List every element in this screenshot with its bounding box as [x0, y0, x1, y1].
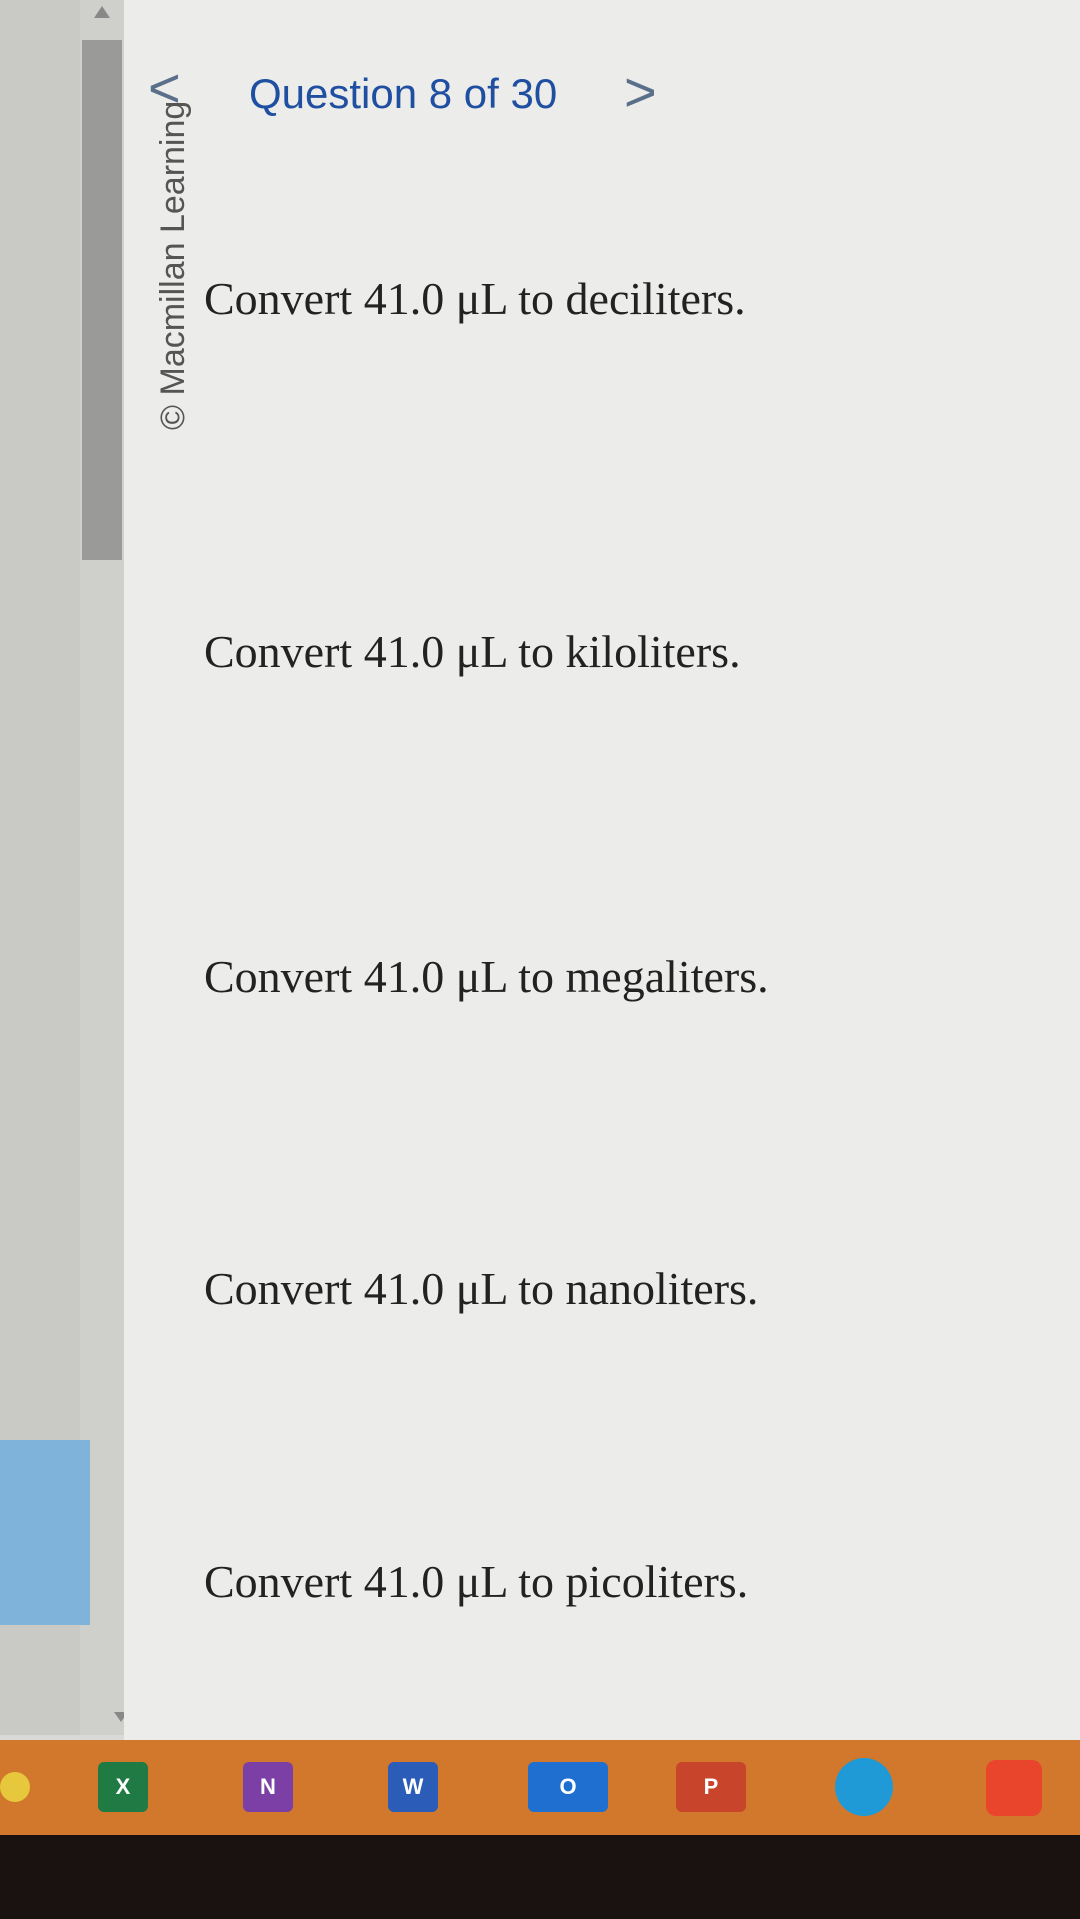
question-panel: < Question 8 of 30 > © Macmillan Learnin… [124, 0, 1080, 1740]
question-prompt-5: Convert 41.0 μL to picoliters. [204, 1556, 749, 1607]
next-question-button[interactable]: > [624, 64, 657, 120]
scroll-up-arrow-icon[interactable] [94, 6, 110, 18]
question-counter: Question 8 of 30 [249, 70, 558, 117]
chrome-icon[interactable] [0, 1772, 30, 1802]
outlook-icon[interactable]: O [528, 1762, 608, 1812]
monitor-bezel [0, 1835, 1080, 1919]
question-prompt-4: Convert 41.0 μL to nanoliters. [204, 1263, 759, 1314]
powerpoint-icon[interactable]: P [676, 1762, 746, 1812]
copyright-label: © Macmillan Learning [154, 100, 192, 430]
brave-icon[interactable] [986, 1760, 1042, 1816]
question-prompt-1: Convert 41.0 μL to deciliters. [204, 273, 746, 324]
excel-icon[interactable]: X [98, 1762, 148, 1812]
onenote-icon[interactable]: N [243, 1762, 293, 1812]
word-icon[interactable]: W [388, 1762, 438, 1812]
edge-icon[interactable] [835, 1758, 893, 1816]
question-prompt-2: Convert 41.0 μL to kiloliters. [204, 626, 741, 677]
scrollbar-thumb[interactable] [82, 40, 122, 560]
side-panel [0, 1440, 90, 1625]
question-prompt-3: Convert 41.0 μL to megaliters. [204, 951, 769, 1002]
question-navigation: < Question 8 of 30 > [124, 20, 1080, 140]
